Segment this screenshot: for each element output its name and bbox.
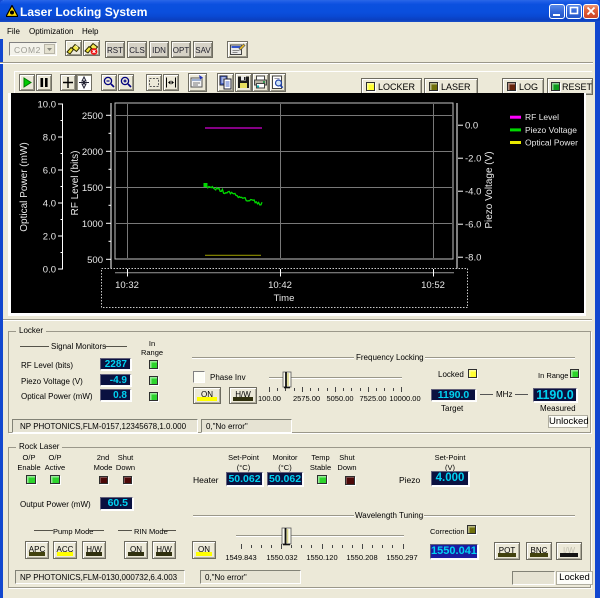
svg-text:-2.0: -2.0 xyxy=(465,154,481,165)
svg-text:10000.00: 10000.00 xyxy=(389,394,420,403)
svg-text:Optical Power: Optical Power xyxy=(525,138,578,148)
svg-text:1550.120: 1550.120 xyxy=(306,553,337,562)
svg-text:RF Level (bits): RF Level (bits) xyxy=(70,150,81,215)
svg-text:1500: 1500 xyxy=(82,183,103,194)
svg-text:2000: 2000 xyxy=(82,147,103,158)
svg-text:10:32: 10:32 xyxy=(115,280,139,291)
svg-text:0.0: 0.0 xyxy=(43,265,56,276)
svg-text:5050.00: 5050.00 xyxy=(326,394,353,403)
svg-text:10:52: 10:52 xyxy=(421,280,445,291)
svg-text:2.0: 2.0 xyxy=(43,232,56,243)
svg-text:4.0: 4.0 xyxy=(43,199,56,210)
svg-text:500: 500 xyxy=(87,255,103,266)
svg-text:1550.208: 1550.208 xyxy=(346,553,377,562)
svg-text:Time: Time xyxy=(274,293,295,304)
svg-text:-8.0: -8.0 xyxy=(465,253,481,264)
svg-text:-4.0: -4.0 xyxy=(465,187,481,198)
svg-text:-6.0: -6.0 xyxy=(465,220,481,231)
svg-text:6.0: 6.0 xyxy=(43,166,56,177)
svg-text:RF Level: RF Level xyxy=(525,112,559,122)
svg-text:2575.00: 2575.00 xyxy=(293,394,320,403)
svg-text:Optical Power (mW): Optical Power (mW) xyxy=(19,142,30,231)
svg-text:7525.00: 7525.00 xyxy=(359,394,386,403)
svg-text:1000: 1000 xyxy=(82,219,103,230)
svg-text:Piezo Voltage: Piezo Voltage xyxy=(525,125,577,135)
svg-text:Piezo Voltage (V): Piezo Voltage (V) xyxy=(484,151,495,228)
svg-text:0.0: 0.0 xyxy=(465,121,478,132)
svg-text:8.0: 8.0 xyxy=(43,133,56,144)
svg-text:1550.032: 1550.032 xyxy=(266,553,297,562)
svg-text:10:42: 10:42 xyxy=(268,280,292,291)
svg-text:1550.297: 1550.297 xyxy=(386,553,417,562)
svg-text:1549.843: 1549.843 xyxy=(225,553,256,562)
svg-text:100.00: 100.00 xyxy=(258,394,281,403)
svg-text:2500: 2500 xyxy=(82,111,103,122)
svg-text:10.0: 10.0 xyxy=(38,100,57,111)
